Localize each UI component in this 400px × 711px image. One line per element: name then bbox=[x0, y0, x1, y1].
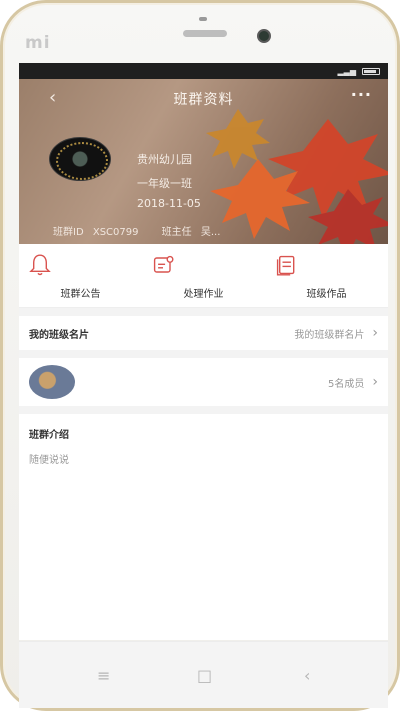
members-count-link[interactable]: 5名成员 › bbox=[328, 374, 378, 390]
intro-title: 班群介绍 bbox=[29, 430, 69, 441]
teacher-value: 吴... bbox=[200, 227, 221, 238]
menu-icon: ≡ bbox=[97, 666, 111, 685]
created-date: 2018-11-05 bbox=[137, 197, 201, 210]
class-card-row[interactable]: 我的班级名片 我的班级群名片 › bbox=[19, 316, 388, 350]
teacher-label: 班主任 bbox=[161, 227, 192, 238]
documents-icon bbox=[276, 255, 294, 276]
class-meta: 班群ID XSC0799 班主任 吴... bbox=[53, 223, 226, 238]
quick-actions: 班群公告 处理作业 班级作品 bbox=[19, 244, 388, 308]
class-name: 一年级一班 bbox=[137, 177, 192, 190]
group-id-value: XSC0799 bbox=[92, 227, 139, 238]
school-name: 贵州幼儿园 bbox=[137, 153, 192, 166]
member-avatar bbox=[29, 365, 75, 399]
brand-logo: mi bbox=[25, 33, 51, 53]
class-works-button[interactable]: 班级作品 bbox=[272, 251, 382, 300]
announcement-label: 班群公告 bbox=[60, 289, 101, 300]
class-avatar[interactable] bbox=[49, 137, 111, 181]
more-button[interactable]: ··· bbox=[351, 85, 372, 104]
signal-icon: ▂▃▅ bbox=[337, 67, 356, 76]
chevron-right-icon: › bbox=[372, 374, 378, 390]
chevron-right-icon: › bbox=[372, 325, 378, 341]
front-camera bbox=[257, 29, 271, 43]
ellipsis-icon: ··· bbox=[350, 85, 372, 104]
members-count: 5名成员 bbox=[328, 378, 365, 390]
intro-section: 班群介绍 随便说说 bbox=[19, 414, 388, 640]
page-title: 班群资料 bbox=[173, 92, 234, 108]
back-icon: ‹ bbox=[304, 666, 311, 685]
members-row[interactable]: 5名成员 › bbox=[19, 358, 388, 406]
status-bar: ▂▃▅ bbox=[19, 63, 388, 79]
homework-label: 处理作业 bbox=[183, 289, 224, 300]
bell-icon bbox=[28, 254, 51, 276]
class-profile-header: ‹ 班群资料 ··· 贵州幼儿园 一年级一班 2018-11-05 班群ID X… bbox=[19, 79, 388, 244]
phone-frame: mi ▂▃▅ ‹ 班群资料 ··· 贵州幼儿园 一年级一班 2018-11-05… bbox=[0, 0, 400, 711]
system-nav-bar: ≡ □ ‹ bbox=[19, 641, 388, 708]
home-icon: □ bbox=[197, 666, 213, 685]
proximity-sensor bbox=[199, 17, 207, 21]
class-card-label: 我的班级名片 bbox=[29, 329, 89, 341]
screen: ▂▃▅ ‹ 班群资料 ··· 贵州幼儿园 一年级一班 2018-11-05 班群… bbox=[19, 63, 388, 640]
intro-text: 随便说说 bbox=[29, 455, 69, 466]
homework-button[interactable]: 处理作业 bbox=[149, 251, 259, 300]
homework-icon bbox=[153, 255, 173, 273]
battery-icon bbox=[362, 68, 380, 75]
announcement-button[interactable]: 班群公告 bbox=[26, 251, 136, 300]
home-button[interactable]: □ bbox=[197, 666, 212, 685]
class-works-label: 班级作品 bbox=[306, 289, 347, 300]
class-card-value-link[interactable]: 我的班级群名片 › bbox=[294, 325, 378, 341]
group-id-label: 班群ID bbox=[53, 227, 84, 238]
menu-button[interactable]: ≡ bbox=[97, 666, 110, 685]
nav-back-button[interactable]: ‹ bbox=[304, 666, 310, 685]
class-card-value: 我的班级群名片 bbox=[294, 329, 365, 341]
class-card-section: 我的班级名片 我的班级群名片 › bbox=[19, 316, 388, 350]
earpiece-speaker bbox=[183, 30, 227, 37]
